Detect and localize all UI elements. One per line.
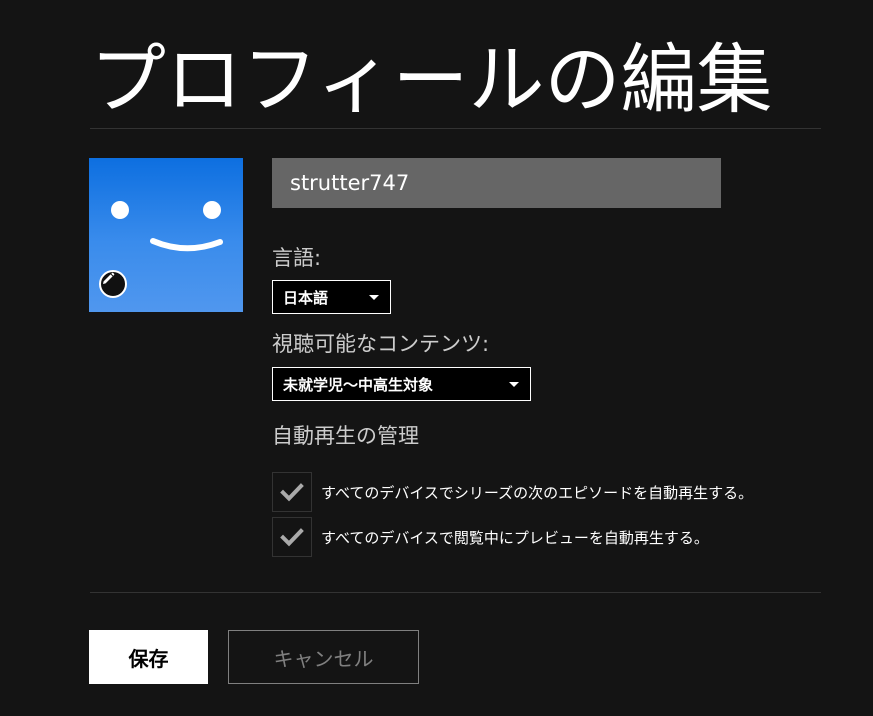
autoplay-previews-checkbox[interactable] [272,517,312,557]
profile-avatar[interactable] [89,158,243,312]
edit-profile-page: プロフィールの編集 言語: 日本語 視聴可能なコンテンツ: 未就学児〜中高生対象… [0,0,873,716]
autoplay-previews-label: すべてのデバイスで閲覧中にプレビューを自動再生する。 [321,528,709,547]
caret-down-icon [509,382,519,387]
caret-down-icon [369,295,379,300]
autoplay-next-episode-option: すべてのデバイスでシリーズの次のエピソードを自動再生する。 [272,472,753,512]
maturity-selected-value: 未就学児〜中高生対象 [283,375,434,394]
save-button[interactable]: 保存 [89,630,208,684]
language-selected-value: 日本語 [283,288,329,307]
autoplay-section-title: 自動再生の管理 [272,424,419,448]
cancel-button[interactable]: キャンセル [228,630,419,684]
edit-avatar-button[interactable] [99,270,127,298]
checkmark-icon [280,528,304,547]
checkmark-icon [280,483,304,502]
page-title: プロフィールの編集 [90,35,773,124]
autoplay-next-episode-label: すべてのデバイスでシリーズの次のエピソードを自動再生する。 [321,483,754,502]
maturity-dropdown[interactable]: 未就学児〜中高生対象 [272,367,531,401]
profile-name-input[interactable] [272,158,721,208]
maturity-label: 視聴可能なコンテンツ: [272,332,490,356]
top-divider [90,128,821,129]
autoplay-next-episode-checkbox[interactable] [272,472,312,512]
pencil-icon [103,272,115,284]
language-label: 言語: [272,246,322,270]
language-dropdown[interactable]: 日本語 [272,280,391,314]
bottom-divider [90,592,821,593]
autoplay-previews-option: すべてのデバイスで閲覧中にプレビューを自動再生する。 [272,517,709,557]
